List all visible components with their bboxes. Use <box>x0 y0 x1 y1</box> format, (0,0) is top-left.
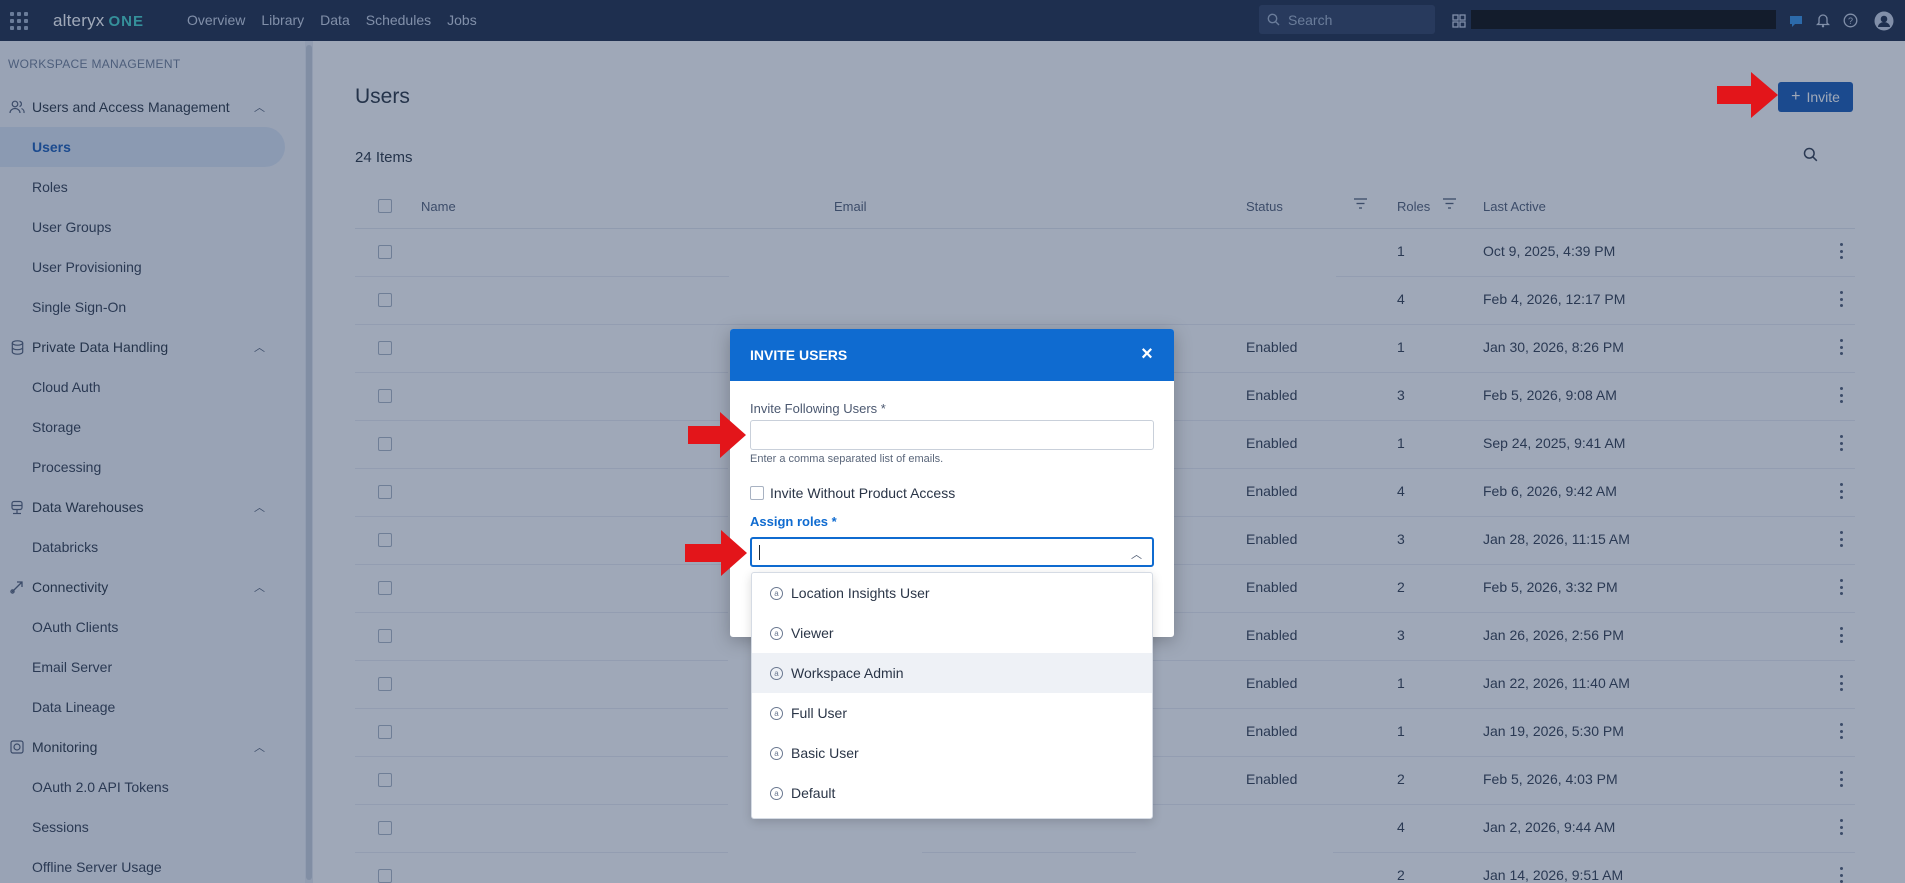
role-option-label: Workspace Admin <box>791 665 904 681</box>
roles-dropdown-menu: a Location Insights User a Viewer a Workspa… <box>751 572 1153 819</box>
invite-users-label: Invite Following Users * <box>750 401 886 416</box>
role-option-basic-user[interactable]: a Basic User <box>752 733 1152 773</box>
role-icon: a <box>770 786 783 800</box>
role-icon: a <box>770 706 783 720</box>
role-option-label: Location Insights User <box>791 585 930 601</box>
role-option-viewer[interactable]: a Viewer <box>752 613 1152 653</box>
annotation-arrow-icon <box>1717 72 1778 118</box>
role-option-label: Full User <box>791 705 848 721</box>
role-option-label: Viewer <box>791 625 834 641</box>
role-option-label: Default <box>791 785 836 801</box>
annotation-arrow-icon <box>688 412 746 458</box>
assign-roles-select[interactable]: ︿ <box>750 537 1154 567</box>
dialog-title: INVITE USERS <box>750 347 848 363</box>
invite-emails-input[interactable] <box>750 420 1154 450</box>
checkbox-label: Invite Without Product Access <box>770 485 956 501</box>
annotation-arrow-icon <box>685 530 747 576</box>
role-option-label: Basic User <box>791 745 859 761</box>
role-icon: a <box>770 626 783 640</box>
role-option-location-insights-user[interactable]: a Location Insights User <box>752 573 1152 613</box>
invite-emails-hint: Enter a comma separated list of emails. <box>750 453 944 465</box>
close-icon[interactable]: × <box>1138 344 1156 364</box>
text-cursor <box>759 545 760 560</box>
checkbox-box[interactable] <box>750 486 764 500</box>
role-icon: a <box>770 746 783 760</box>
chevron-up-icon[interactable]: ︿ <box>1131 546 1142 562</box>
dialog-header: INVITE USERS × <box>730 329 1174 381</box>
role-option-workspace-admin[interactable]: a Workspace Admin <box>752 653 1152 693</box>
role-icon: a <box>770 666 783 680</box>
invite-without-access-checkbox[interactable]: Invite Without Product Access <box>750 485 955 501</box>
role-option-full-user[interactable]: a Full User <box>752 693 1152 733</box>
assign-roles-label: Assign roles * <box>750 514 837 529</box>
role-icon: a <box>770 586 783 600</box>
role-option-default[interactable]: a Default <box>752 773 1152 813</box>
